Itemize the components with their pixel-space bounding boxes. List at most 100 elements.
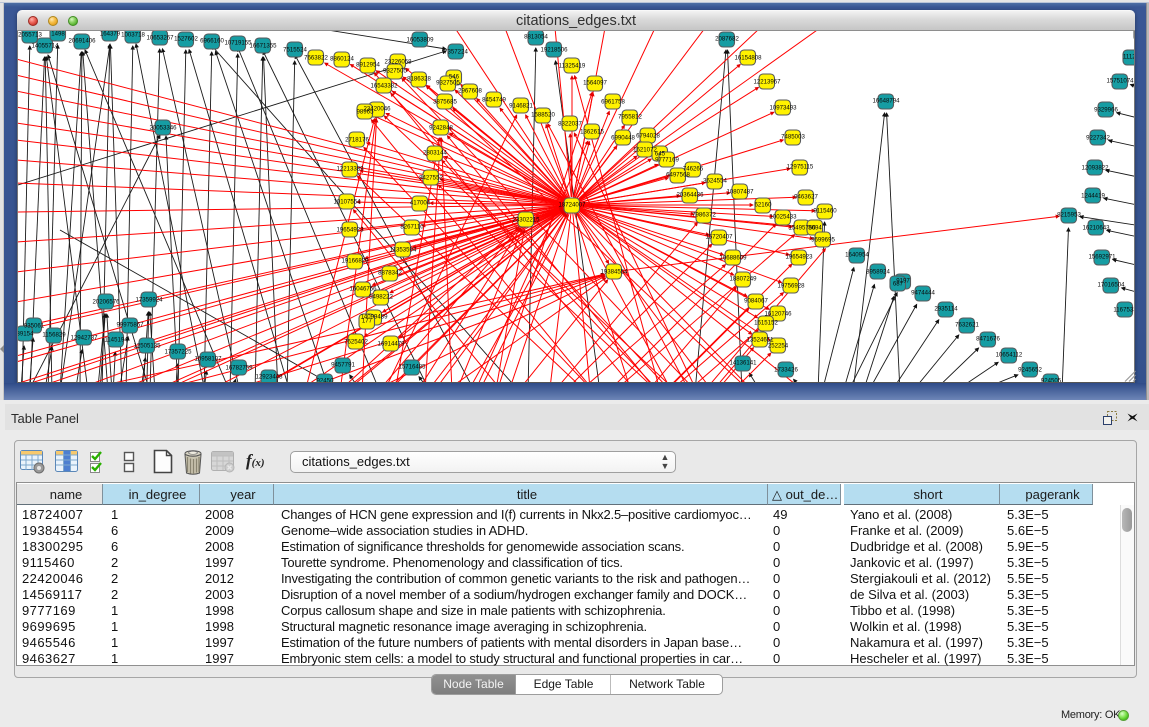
svg-text:16671355: 16671355 bbox=[249, 43, 277, 50]
svg-text:16053809: 16053809 bbox=[406, 37, 434, 44]
svg-text:16914479: 16914479 bbox=[377, 341, 405, 348]
svg-text:9242848: 9242848 bbox=[429, 125, 453, 132]
svg-text:8860124: 8860124 bbox=[330, 56, 354, 63]
svg-text:1564097: 1564097 bbox=[583, 80, 607, 87]
svg-text:9084067: 9084067 bbox=[744, 298, 768, 305]
svg-text:7663822: 7663822 bbox=[304, 55, 328, 62]
svg-text:19166829: 19166829 bbox=[341, 258, 369, 265]
svg-text:16210643: 16210643 bbox=[1082, 225, 1110, 232]
svg-text:15720407: 15720407 bbox=[705, 234, 733, 241]
svg-text:16154808: 16154808 bbox=[734, 55, 762, 62]
svg-text:20053346: 20053346 bbox=[149, 125, 177, 132]
svg-text:164379: 164379 bbox=[100, 31, 121, 38]
svg-text:16120746: 16120746 bbox=[764, 311, 792, 318]
svg-text:39154: 39154 bbox=[18, 331, 34, 338]
svg-text:7515524: 7515524 bbox=[283, 47, 307, 54]
svg-text:3624554: 3624554 bbox=[703, 178, 727, 185]
svg-text:17359924: 17359924 bbox=[135, 297, 163, 304]
svg-text:10025433: 10025433 bbox=[769, 214, 797, 221]
svg-text:1615152: 1615152 bbox=[754, 320, 778, 327]
svg-text:19384554: 19384554 bbox=[600, 269, 628, 276]
svg-text:10973493: 10973493 bbox=[769, 105, 797, 112]
svg-text:6961758: 6961758 bbox=[601, 99, 625, 106]
svg-text:2087682: 2087682 bbox=[715, 36, 739, 43]
svg-text:20206576: 20206576 bbox=[92, 299, 120, 306]
svg-text:9777169: 9777169 bbox=[655, 157, 679, 164]
svg-text:10107554: 10107554 bbox=[333, 199, 361, 206]
svg-text:11325419: 11325419 bbox=[559, 63, 586, 70]
svg-text:7357224: 7357224 bbox=[444, 49, 468, 56]
svg-text:19654923: 19654923 bbox=[785, 254, 813, 261]
svg-text:1167533: 1167533 bbox=[1113, 307, 1134, 314]
svg-text:10958107: 10958107 bbox=[194, 356, 222, 363]
svg-text:9474444: 9474444 bbox=[911, 290, 935, 297]
svg-text:1621072: 1621072 bbox=[633, 147, 657, 154]
svg-text:9329966: 9329966 bbox=[1094, 107, 1118, 114]
svg-text:687: 687 bbox=[893, 281, 904, 288]
svg-text:15716485: 15716485 bbox=[398, 364, 426, 371]
svg-text:6990448: 6990448 bbox=[611, 135, 635, 142]
svg-text:15751074: 15751074 bbox=[1106, 78, 1134, 85]
svg-text:62160: 62160 bbox=[755, 202, 773, 209]
svg-text:10653267: 10653267 bbox=[146, 35, 174, 42]
svg-text:9115460: 9115460 bbox=[813, 208, 837, 215]
svg-text:1362615: 1362615 bbox=[580, 129, 604, 136]
svg-text:10807487: 10807487 bbox=[726, 189, 754, 196]
svg-text:7955812: 7955812 bbox=[618, 114, 642, 121]
svg-text:6966160: 6966160 bbox=[200, 38, 224, 45]
svg-text:16782759: 16782759 bbox=[225, 365, 253, 372]
svg-text:9463627: 9463627 bbox=[794, 194, 818, 201]
svg-text:12923448: 12923448 bbox=[255, 374, 283, 381]
svg-text:98965: 98965 bbox=[357, 109, 375, 116]
svg-text:9327505: 9327505 bbox=[436, 80, 460, 87]
svg-text:935061: 935061 bbox=[24, 323, 45, 330]
svg-text:17357225: 17357225 bbox=[164, 349, 192, 356]
svg-text:6497568: 6497568 bbox=[666, 172, 690, 179]
svg-text:417004: 417004 bbox=[410, 200, 431, 207]
svg-text:7986372: 7986372 bbox=[692, 212, 716, 219]
svg-text:7485003: 7485003 bbox=[781, 134, 805, 141]
svg-text:99975867: 99975867 bbox=[116, 322, 144, 329]
svg-text:8454749: 8454749 bbox=[482, 97, 506, 104]
svg-text:8267110: 8267110 bbox=[400, 224, 424, 231]
svg-text:1733426: 1733426 bbox=[774, 367, 798, 374]
svg-text:12213967: 12213967 bbox=[753, 79, 781, 86]
svg-text:10654112: 10654112 bbox=[996, 352, 1023, 359]
svg-text:16648794: 16648794 bbox=[872, 98, 900, 105]
svg-text:3875685: 3875685 bbox=[433, 99, 457, 106]
svg-text:14136141: 14136141 bbox=[729, 360, 757, 367]
svg-text:2935114: 2935114 bbox=[934, 306, 958, 313]
svg-text:11123: 11123 bbox=[1123, 54, 1134, 61]
svg-text:1498: 1498 bbox=[51, 31, 65, 38]
svg-text:14055714: 14055714 bbox=[31, 43, 59, 50]
svg-text:1527602: 1527602 bbox=[174, 36, 198, 43]
svg-text:19654923: 19654923 bbox=[336, 227, 364, 234]
svg-text:9327505: 9327505 bbox=[383, 68, 407, 75]
svg-text:18724007: 18724007 bbox=[558, 202, 586, 209]
svg-text:8094: 8094 bbox=[808, 225, 822, 232]
svg-text:9227342: 9227342 bbox=[1086, 135, 1110, 142]
svg-text:16046766: 16046766 bbox=[349, 286, 377, 293]
svg-text:1244419: 1244419 bbox=[1081, 193, 1105, 200]
svg-text:11353594: 11353594 bbox=[390, 247, 417, 254]
svg-text:12975115: 12975115 bbox=[787, 164, 814, 171]
svg-text:7625402: 7625402 bbox=[344, 339, 368, 346]
svg-text:2803144: 2803144 bbox=[423, 150, 447, 157]
svg-text:252254: 252254 bbox=[768, 343, 789, 350]
svg-text:9245652: 9245652 bbox=[1018, 367, 1042, 374]
svg-text:8813054: 8813054 bbox=[524, 34, 548, 41]
svg-text:7632621: 7632621 bbox=[955, 322, 979, 329]
svg-text:15692971: 15692971 bbox=[1088, 254, 1116, 261]
svg-text:1003718: 1003718 bbox=[121, 32, 145, 39]
svg-text:10719155: 10719155 bbox=[224, 40, 252, 47]
svg-text:2967608: 2967608 bbox=[458, 88, 482, 95]
svg-text:1588520: 1588520 bbox=[531, 112, 555, 119]
svg-text:23226058: 23226058 bbox=[384, 59, 412, 66]
svg-text:12093822: 12093822 bbox=[1081, 165, 1109, 172]
svg-text:6794028: 6794028 bbox=[636, 133, 660, 140]
svg-text:177: 177 bbox=[362, 318, 373, 325]
svg-text:8878342: 8878342 bbox=[378, 270, 402, 277]
svg-text:1156829: 1156829 bbox=[42, 332, 66, 339]
svg-text:2718176: 2718176 bbox=[345, 137, 369, 144]
svg-text:8912954: 8912954 bbox=[356, 62, 380, 69]
